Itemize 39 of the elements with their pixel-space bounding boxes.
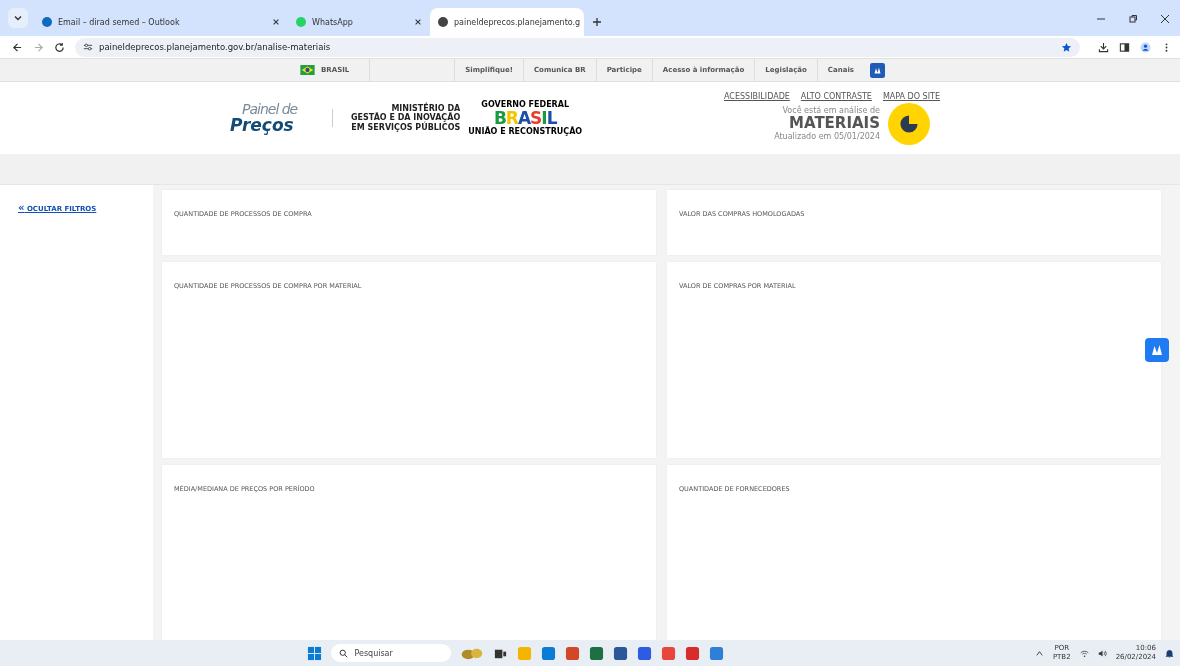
updated-date: Atualizado em 05/01/2024 bbox=[774, 132, 880, 141]
ministry-name: GESTÃO E DA INOVAÇÃO bbox=[351, 113, 461, 123]
accessibility-link[interactable]: MAPA DO SITE bbox=[882, 91, 940, 101]
tab-list-button[interactable] bbox=[8, 8, 28, 28]
site-settings-icon[interactable] bbox=[83, 42, 93, 52]
back-icon[interactable] bbox=[12, 41, 23, 53]
flag-icon bbox=[300, 65, 315, 75]
close-icon[interactable] bbox=[414, 18, 422, 26]
painel-de-precos-logo[interactable]: Painel de Preços bbox=[230, 102, 310, 134]
browser-tab[interactable]: Email – dirad semed – Outlook bbox=[34, 8, 288, 36]
profile-icon[interactable] bbox=[1140, 41, 1151, 53]
windows-start-icon[interactable] bbox=[307, 645, 323, 661]
wifi-icon[interactable] bbox=[1079, 648, 1089, 658]
accessibility-link[interactable]: ACESSIBILIDADE bbox=[724, 91, 790, 101]
restore-icon[interactable] bbox=[1128, 14, 1138, 24]
speaker-icon[interactable] bbox=[1097, 648, 1107, 658]
side-panel-icon[interactable] bbox=[1119, 41, 1130, 53]
pie-chart-icon bbox=[888, 102, 930, 145]
close-icon[interactable] bbox=[1160, 14, 1170, 24]
address-bar[interactable]: paineldeprecos.planejamento.gov.br/analise-materiais bbox=[75, 37, 1080, 57]
accessibility-link[interactable]: ALTO CONTRASTE bbox=[800, 91, 872, 101]
chevron-up-icon[interactable] bbox=[1034, 648, 1044, 658]
bell-icon[interactable] bbox=[1165, 648, 1174, 658]
analysis-intro: Você está em análise de bbox=[782, 106, 880, 115]
government-slogan: UNIÃO E RECONSTRUÇÃO bbox=[468, 127, 583, 136]
browser-tab[interactable]: WhatsApp bbox=[288, 8, 430, 36]
download-icon[interactable] bbox=[1098, 41, 1109, 53]
close-icon[interactable] bbox=[272, 18, 280, 26]
brasil-wordmark: BRASIL bbox=[493, 109, 557, 127]
reload-icon[interactable] bbox=[54, 41, 65, 53]
taskbar-search-field[interactable]: Pesquisar bbox=[331, 644, 452, 662]
ministry-name: EM SERVIÇOS PÚBLICOS bbox=[351, 122, 461, 133]
browser-tab[interactable]: paineldeprecos.planejamento.g bbox=[430, 8, 584, 36]
new-tab-icon[interactable] bbox=[592, 17, 602, 27]
ministry-name: MINISTÉRIO DA bbox=[391, 103, 461, 113]
analysis-title: MATERIAIS bbox=[789, 115, 880, 132]
star-icon[interactable] bbox=[1061, 41, 1072, 53]
search-icon bbox=[339, 648, 349, 658]
government-label: GOVERNO FEDERAL bbox=[481, 100, 570, 109]
